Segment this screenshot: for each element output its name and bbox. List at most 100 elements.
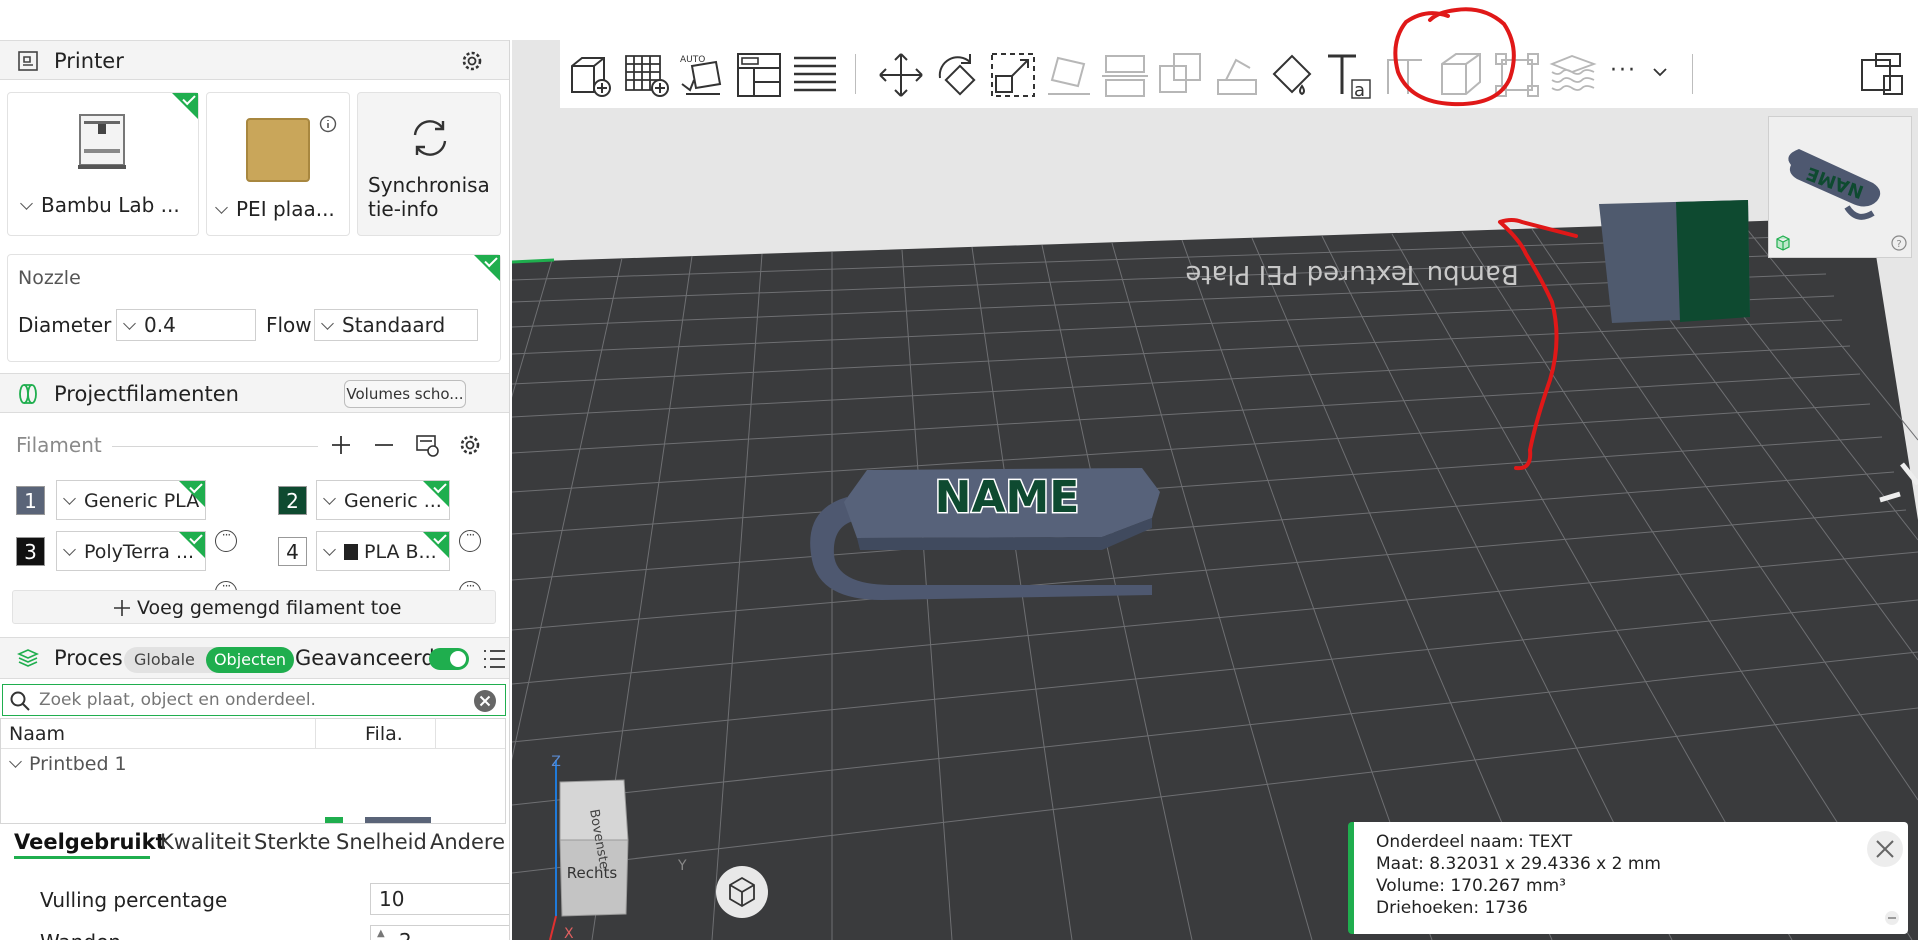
lay-on-face-button[interactable]: [1044, 50, 1094, 100]
filaments-section-header[interactable]: Projectfilamenten Volumes scho...: [0, 373, 509, 413]
arrange-button[interactable]: [734, 50, 784, 100]
search-icon: [10, 691, 30, 711]
filament-4-select[interactable]: PLA B...: [316, 531, 450, 571]
brand-logo-icon: [344, 544, 358, 560]
add-object-button[interactable]: [566, 50, 616, 100]
spinner-arrows-icon[interactable]: ▲▼: [377, 928, 385, 940]
view-cube-front-label: Rechts: [567, 864, 618, 882]
object-filament-chip[interactable]: [365, 817, 431, 823]
plate-tree-row[interactable]: Printbed 1: [1, 749, 505, 779]
chevron-down-icon: [323, 492, 336, 505]
plate-type-card[interactable]: PEI plaa...: [206, 92, 350, 236]
filament-1-select[interactable]: Generic PLA: [56, 480, 206, 520]
global-objects-toggle[interactable]: Globale Objecten: [124, 647, 294, 673]
add-cube-icon: [571, 57, 611, 97]
filament-3-select[interactable]: PolyTerra ...: [56, 531, 206, 571]
close-icon[interactable]: [1866, 830, 1904, 868]
object-list: Naam Fila. Printbed 1: [0, 718, 506, 824]
move-tool-button[interactable]: [876, 50, 926, 100]
object-search-box[interactable]: [2, 684, 506, 716]
cut-tool-button[interactable]: [1100, 50, 1150, 100]
rotate-icon: [938, 54, 976, 96]
infill-label: Vulling percentage: [40, 888, 228, 912]
boolean-icon: [1159, 53, 1201, 93]
object-search-input[interactable]: [39, 688, 459, 712]
support-paint-button[interactable]: [1212, 50, 1262, 100]
list-view-icon[interactable]: [482, 648, 506, 670]
nozzle-diameter-select[interactable]: 0.4: [116, 309, 256, 341]
build-plate-scene: Bambu Textured PEI Plate NAME Bovenste R…: [512, 200, 1918, 940]
help-icon[interactable]: ?: [1891, 235, 1907, 251]
walls-spinner[interactable]: ▲▼ 2: [370, 925, 509, 940]
svg-text:a: a: [1354, 80, 1365, 100]
selected-check-icon: [172, 93, 198, 119]
clear-search-icon[interactable]: [473, 689, 497, 713]
filament-2-select[interactable]: Generic ...: [316, 480, 450, 520]
more-tools-button[interactable]: ···: [1610, 58, 1637, 83]
info-icon[interactable]: [319, 115, 337, 133]
printer-machine-select[interactable]: Bambu Lab ...: [20, 193, 180, 217]
printer-settings-gear-icon[interactable]: [460, 49, 484, 73]
advanced-label: Geavanceerd: [295, 646, 435, 670]
tab-quality[interactable]: Kwaliteit: [160, 830, 251, 854]
scale-tool-button[interactable]: [988, 50, 1038, 100]
y-axis-label: Y: [677, 858, 687, 874]
add-plate-button[interactable]: [622, 50, 672, 100]
filament-1-more-icon[interactable]: ···: [215, 529, 237, 552]
sync-info-button[interactable]: Synchronisa tie-info: [357, 92, 501, 236]
advanced-switch[interactable]: [429, 648, 469, 670]
minimize-icon[interactable]: [1884, 910, 1900, 926]
3d-printer-icon: [78, 114, 126, 169]
plate-cube-icon[interactable]: [1775, 235, 1791, 251]
tab-strength[interactable]: Sterkte: [254, 830, 330, 854]
sync-icon: [413, 120, 447, 156]
filament-2-more-icon[interactable]: ···: [459, 529, 481, 552]
remove-filament-minus-icon[interactable]: [373, 434, 395, 456]
auto-orient-button[interactable]: AUTO: [678, 50, 728, 100]
plate-type-select[interactable]: PEI plaa...: [215, 197, 335, 221]
assembly-view-button[interactable]: [1856, 50, 1906, 100]
object-list-header: Naam Fila.: [1, 719, 505, 749]
printer-machine-card[interactable]: Bambu Lab ...: [7, 92, 199, 236]
add-mixed-filament-button[interactable]: Voeg gemengd filament toe: [12, 590, 496, 624]
column-filament[interactable]: Fila.: [365, 723, 403, 745]
tab-common[interactable]: Veelgebruikt: [14, 830, 166, 854]
infill-input[interactable]: 10: [370, 883, 509, 915]
printer-section-header[interactable]: Printer: [0, 40, 509, 80]
3d-viewport[interactable]: Bambu Textured PEI Plate NAME Bovenste R…: [512, 40, 1918, 940]
show-volumes-button[interactable]: Volumes scho...: [344, 380, 466, 408]
model-text[interactable]: NAME: [933, 471, 1081, 525]
color-paint-button[interactable]: [1268, 50, 1318, 100]
column-divider: [435, 719, 436, 749]
walls-label: Wanden: [40, 930, 121, 940]
boolean-tool-button[interactable]: [1156, 50, 1206, 100]
fuzzy-skin-button[interactable]: [1548, 50, 1598, 100]
filament-settings-gear-icon[interactable]: [458, 433, 482, 457]
text-tool-button[interactable]: a: [1324, 50, 1374, 101]
nozzle-flow-select[interactable]: Standaard: [314, 309, 478, 341]
chevron-down-icon: [20, 197, 33, 210]
switch-knob: [450, 651, 466, 667]
bed-label: Bambu Textured PEI Plate: [1185, 259, 1518, 289]
split-layers-button[interactable]: [790, 50, 840, 100]
tab-speed[interactable]: Snelheid: [336, 830, 427, 854]
filament-2-number: 2: [278, 486, 307, 515]
toggle-objects[interactable]: Objecten: [206, 647, 294, 673]
arrange-layout-icon: [737, 53, 781, 97]
filament-sync-icon[interactable]: [414, 432, 440, 458]
column-name[interactable]: Naam: [9, 723, 65, 745]
sync-label-line1: Synchronisa: [368, 173, 490, 197]
chevron-down-icon[interactable]: [1652, 66, 1668, 78]
printer-icon: [18, 51, 38, 71]
add-filament-plus-icon[interactable]: [330, 434, 352, 456]
nozzle-flow-label: Flow: [266, 313, 312, 337]
rotate-tool-button[interactable]: [932, 50, 982, 100]
chevron-down-icon: [123, 317, 136, 330]
toggle-global[interactable]: Globale: [134, 650, 195, 669]
text-tool-icon: a: [1328, 54, 1371, 101]
plate-thumbnail[interactable]: NAME ?: [1768, 116, 1912, 258]
selected-check-icon: [179, 532, 205, 558]
tab-others[interactable]: Andere: [430, 830, 505, 854]
info-part-volume: Volume: 170.267 mm³: [1376, 876, 1566, 896]
lay-flat-icon: [1048, 56, 1090, 95]
